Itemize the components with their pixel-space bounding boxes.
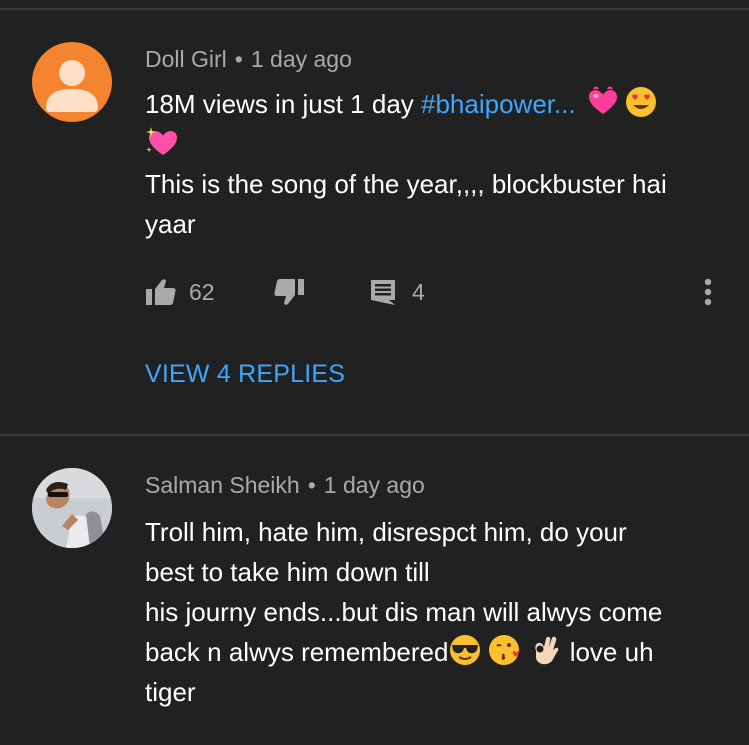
- top-divider: [0, 0, 749, 10]
- reply-button[interactable]: [369, 274, 397, 310]
- person-icon: [46, 60, 98, 112]
- heart-with-ribbon-icon: [588, 86, 617, 114]
- comment-text: Troll him, hate him, disrespct him, do y…: [145, 512, 735, 712]
- sunglasses-face-icon: [450, 635, 481, 665]
- like-button[interactable]: [145, 274, 177, 310]
- comment-text-fragment: love uh: [562, 637, 654, 667]
- comment-thread: Doll Girl • 1 day ago 18M views in just 1 …: [0, 40, 749, 434]
- comment-actions: 62 4: [145, 274, 735, 310]
- dislike-button[interactable]: [273, 274, 305, 310]
- comment-line: his journy ends...but dis man will alwys…: [145, 597, 663, 627]
- hashtag-link[interactable]: #bhaipower...: [421, 89, 576, 119]
- author-name[interactable]: Doll Girl: [145, 46, 227, 72]
- reply-count: 4: [412, 278, 425, 305]
- like-count: 62: [189, 278, 215, 305]
- profile-photo: [32, 468, 112, 548]
- comment-header: Salman Sheikh • 1 day ago: [145, 472, 425, 499]
- separator-dot: •: [234, 46, 243, 72]
- comment-thread: Salman Sheikh • 1 day ago Troll him, hate …: [0, 466, 749, 745]
- comment-divider: [0, 434, 749, 436]
- ok-hand-icon: [535, 636, 559, 665]
- avatar[interactable]: [32, 42, 112, 122]
- comment-line: yaar: [145, 209, 196, 239]
- view-replies-button[interactable]: VIEW 4 REPLIES: [145, 360, 345, 389]
- sparkling-heart-icon: [146, 127, 177, 155]
- comment-line: best to take him down till: [145, 557, 430, 587]
- timestamp[interactable]: 1 day ago: [251, 46, 352, 72]
- thumbs-down-icon: [274, 279, 304, 305]
- more-options-button[interactable]: [703, 274, 713, 310]
- comment-text-fragment: 18M views in just 1 day: [145, 89, 422, 119]
- separator-dot: •: [307, 472, 316, 498]
- comment-line: tiger: [145, 677, 196, 707]
- comment-text-fragment: back n alwys remembered: [145, 637, 449, 667]
- thumbs-up-icon: [146, 279, 176, 305]
- timestamp[interactable]: 1 day ago: [324, 472, 425, 498]
- vertical-dots-icon: [704, 278, 712, 306]
- reply-comment-icon: [371, 280, 395, 305]
- heart-eyes-icon: [625, 87, 656, 117]
- comment-line: This is the song of the year,,,, blockbu…: [145, 169, 667, 199]
- comment-line: back n alwys remembered love uh: [145, 632, 735, 672]
- comment-line: Troll him, hate him, disrespct him, do y…: [145, 517, 627, 547]
- comment-line: [145, 124, 725, 164]
- comment-text: 18M views in just 1 day #bhaipower... Th…: [145, 84, 725, 244]
- comment-line: 18M views in just 1 day #bhaipower...: [145, 84, 725, 124]
- kissing-heart-icon: [489, 635, 520, 665]
- comment-header: Doll Girl • 1 day ago: [145, 46, 352, 73]
- avatar[interactable]: [32, 468, 112, 548]
- author-name[interactable]: Salman Sheikh: [145, 472, 300, 498]
